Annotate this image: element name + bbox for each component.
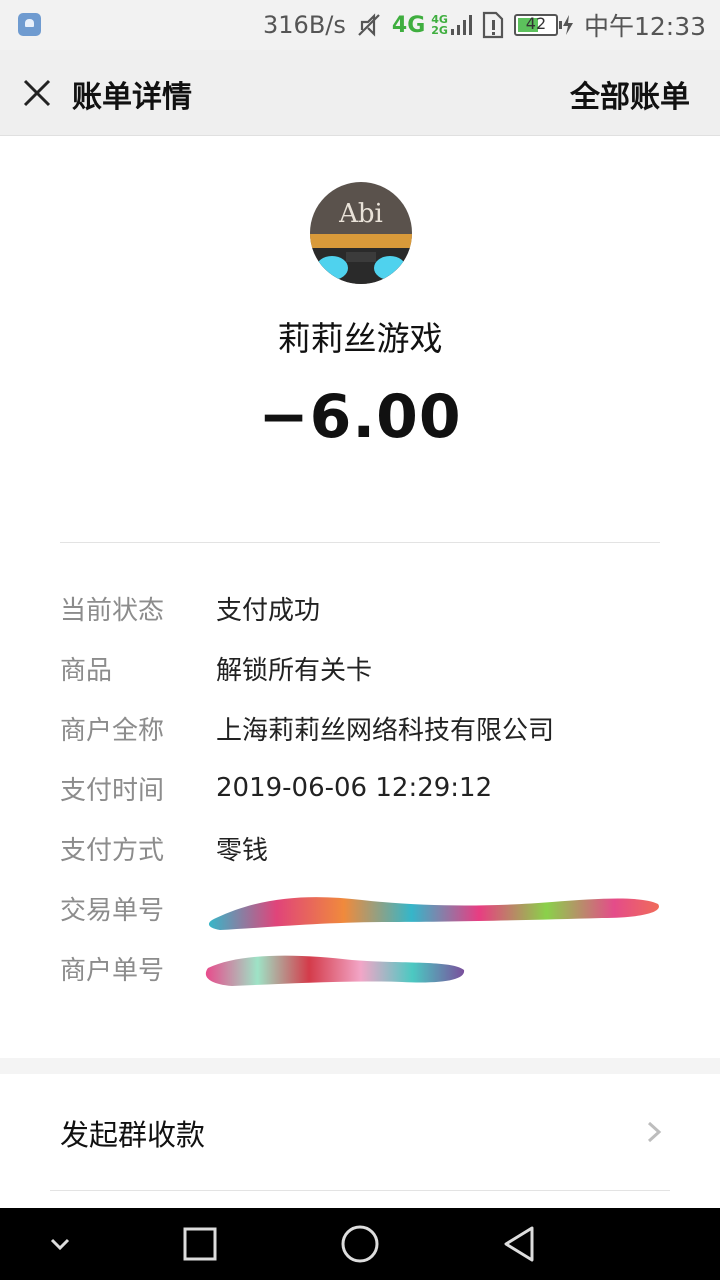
detail-value: 零钱 <box>216 835 269 866</box>
triangle-back-icon <box>504 1226 534 1262</box>
circle-icon <box>341 1225 379 1263</box>
nav-recents-button[interactable] <box>180 1224 220 1264</box>
square-icon <box>183 1227 217 1261</box>
sim-alert-icon <box>482 11 504 39</box>
group-collect-label: 发起群收款 <box>60 1118 206 1152</box>
all-bills-link[interactable]: 全部账单 <box>570 72 690 116</box>
nav-back-button[interactable] <box>500 1224 540 1264</box>
battery-level: 42 <box>525 14 547 33</box>
redaction-scribble <box>208 897 659 930</box>
system-nav-bar <box>0 1208 720 1280</box>
detail-row-product: 商品 解锁所有关卡 <box>60 638 680 698</box>
charging-icon <box>562 14 574 36</box>
detail-value: 2019-06-06 12:29:12 <box>216 773 493 803</box>
nav-hide-button[interactable] <box>40 1224 80 1264</box>
chevron-down-icon <box>50 1238 70 1251</box>
network-small-bottom: 2G <box>431 24 448 37</box>
divider <box>60 542 660 543</box>
payment-amount: −6.00 <box>258 382 462 452</box>
network-4g-icon: 4G <box>391 12 426 38</box>
mute-icon <box>356 12 382 38</box>
signal-bars-icon <box>450 13 472 37</box>
detail-label: 商品 <box>60 655 113 686</box>
detail-row-method: 支付方式 零钱 <box>60 818 680 878</box>
clock: 中午12:33 <box>583 12 706 41</box>
section-gap <box>0 1058 720 1074</box>
bill-details: 当前状态 支付成功 商品 解锁所有关卡 商户全称 上海莉莉丝网络科技有限公司 支… <box>60 578 680 998</box>
page-title: 账单详情 <box>72 80 192 115</box>
merchant-name: 莉莉丝游戏 <box>277 319 443 358</box>
detail-value: 支付成功 <box>216 595 321 626</box>
detail-row-merchant: 商户全称 上海莉莉丝网络科技有限公司 <box>60 698 680 758</box>
chevron-right-icon <box>647 1121 662 1143</box>
detail-label: 商户全称 <box>60 715 165 746</box>
status-right: 316B/s 4G 4G 2G 42 中午12:33 <box>263 0 706 50</box>
avatar-text: Abi <box>338 199 383 229</box>
redaction-scribble <box>205 955 465 986</box>
merchant-avatar: Abi <box>310 182 412 284</box>
detail-row-transaction-id: 交易单号 <box>60 878 680 938</box>
divider <box>50 1190 670 1191</box>
close-icon <box>23 79 51 107</box>
detail-label: 当前状态 <box>60 595 165 626</box>
detail-row-merchant-order-id: 商户单号 <box>60 938 680 998</box>
detail-label: 支付方式 <box>60 835 165 866</box>
close-button[interactable] <box>18 74 56 112</box>
detail-label: 交易单号 <box>60 895 165 926</box>
battery-icon: 42 <box>513 14 562 36</box>
detail-value: 解锁所有关卡 <box>216 655 373 686</box>
detail-label: 商户单号 <box>60 955 165 986</box>
notification-app-icon <box>18 13 41 36</box>
signal-icon: 4G 2G <box>431 14 448 36</box>
detail-row-status: 当前状态 支付成功 <box>60 578 680 638</box>
title-bar: 账单详情 全部账单 <box>0 50 720 136</box>
net-speed: 316B/s <box>263 11 346 39</box>
group-collect-row[interactable]: 发起群收款 <box>0 1074 720 1190</box>
detail-value: 上海莉莉丝网络科技有限公司 <box>216 715 555 746</box>
nav-home-button[interactable] <box>340 1224 380 1264</box>
detail-label: 支付时间 <box>60 775 165 806</box>
detail-row-time: 支付时间 2019-06-06 12:29:12 <box>60 758 680 818</box>
status-bar: 316B/s 4G 4G 2G 42 中午12:33 <box>0 0 720 50</box>
